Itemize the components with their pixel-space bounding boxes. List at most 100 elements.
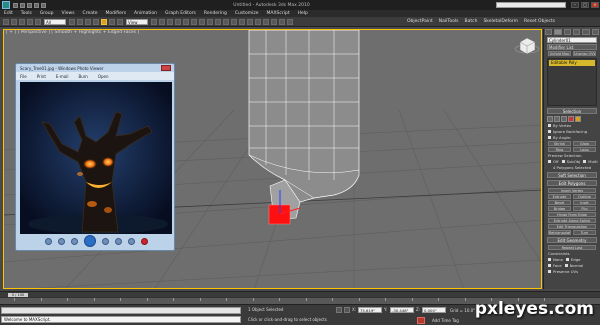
window-crossing-icon[interactable] [93,18,99,25]
radio-off[interactable] [548,160,551,163]
graphite-toggle-icon[interactable] [239,18,245,25]
z-coordinate-field[interactable]: 0.000" [422,307,446,313]
unlink-icon[interactable] [27,18,33,25]
retriangulate-button[interactable]: Retriangulate [548,230,571,235]
photo-viewer-file[interactable]: File [20,74,27,79]
menu-item-rendering[interactable]: Rendering [200,11,231,16]
add-time-tag[interactable]: Add Time Tag [432,318,459,323]
edit-polygons-rollout[interactable]: Edit Polygons [547,180,597,186]
curve-editor-icon[interactable] [247,18,253,25]
layer-manager-icon[interactable] [231,18,237,25]
maxscript-listener-top[interactable] [1,307,241,314]
next-icon[interactable] [101,237,109,245]
select-and-rotate-icon[interactable] [109,18,115,25]
tab-create[interactable] [545,29,553,35]
y-coordinate-field[interactable]: -30.448" [390,307,414,313]
pivot-center-icon[interactable] [151,18,157,25]
toolbar-label-batch[interactable]: Batch [465,19,478,24]
checkbox[interactable] [548,270,551,273]
object-name-field[interactable]: Cylinder01 [547,37,597,43]
maxscript-listener[interactable]: Welcome to MAXScript. [1,316,241,323]
tab-hierarchy[interactable] [563,29,571,35]
menu-item-group[interactable]: Group [36,11,58,16]
named-selection-icon[interactable] [207,18,213,25]
toolbar-label-nailtools[interactable]: NailTools [439,19,459,24]
radio-edge[interactable] [565,258,569,261]
checkbox[interactable] [548,130,551,133]
radio-multi[interactable] [583,160,587,163]
link-icon[interactable] [19,18,25,25]
slideshow-play-icon[interactable] [83,235,96,247]
lock-selection-icon[interactable] [336,307,342,313]
bridge-button[interactable]: Bridge [548,206,571,211]
insert-vertex-button[interactable]: Insert Vertex [548,188,596,193]
schematic-view-icon[interactable] [255,18,261,25]
photo-viewer-close-button[interactable] [161,65,171,71]
rotate-right-icon[interactable] [127,237,135,245]
toolbar-label-reset[interactable]: Reset Objects [524,19,555,24]
x-coordinate-field[interactable]: 75.619" [358,307,382,313]
toolbar-label-skeletal[interactable]: SkeletalDeform [483,19,518,24]
modifier-list-dropdown[interactable]: Modifier List [547,44,597,50]
select-object-icon[interactable] [69,18,75,25]
menu-item-customize[interactable]: Customize [231,11,263,16]
tab-motion[interactable] [572,29,581,35]
extrude-along-spline-button[interactable]: Extrude Along Spline [548,218,596,223]
unwrap-uvw-button[interactable]: Unwrap UVW [573,51,596,56]
loop-button[interactable]: Loop [573,147,596,152]
maximize-button[interactable]: □ [581,2,589,8]
render-production-icon[interactable] [287,18,293,25]
flip-button[interactable]: Flip [573,206,596,211]
new-file-icon[interactable] [13,2,18,8]
menu-item-edit[interactable]: Edit [0,11,17,16]
zoom-icon[interactable] [44,237,52,245]
photo-viewer-email[interactable]: E-mail [56,74,69,79]
bind-spacewarp-icon[interactable] [35,18,41,25]
menu-item-graph-editors[interactable]: Graph Editors [161,11,200,16]
angle-snap-icon[interactable] [183,18,189,25]
radio-subobj[interactable] [561,160,565,163]
extrude-button[interactable]: Extrude [548,194,571,199]
keyboard-shortcut-icon[interactable] [167,18,173,25]
delete-icon[interactable] [140,237,148,245]
mirror-icon[interactable] [215,18,221,25]
select-and-scale-icon[interactable] [117,18,123,25]
inset-button[interactable]: Inset [573,200,596,205]
align-icon[interactable] [223,18,229,25]
menu-item-create[interactable]: Create [79,11,102,16]
cylinder-mesh[interactable] [248,30,360,225]
radio-none[interactable] [548,258,551,261]
minimize-button[interactable]: – [571,2,579,8]
checkbox[interactable] [548,124,551,127]
search-input[interactable] [496,2,566,8]
turn-button[interactable]: Turn [573,230,596,235]
auto-key-button[interactable] [417,317,425,324]
preserve-uvs-option[interactable]: Preserve UVs [548,269,596,274]
grow-button[interactable]: Grow [573,141,596,146]
undo-icon[interactable] [34,2,39,8]
previous-icon[interactable] [70,237,78,245]
menu-item-maxscript[interactable]: MAXScript [263,11,294,16]
tab-display[interactable] [582,29,590,35]
polygon-mode-icon[interactable] [568,116,574,122]
rotate-left-icon[interactable] [114,237,122,245]
ring-button[interactable]: Ring [548,147,571,152]
material-editor-icon[interactable] [263,18,269,25]
edit-geometry-rollout[interactable]: Edit Geometry [547,237,597,243]
undo-button[interactable] [3,18,9,25]
by-angle-option[interactable]: By Angle: [548,135,596,140]
stack-item-editable-poly[interactable]: Editable Poly [549,60,595,66]
menu-item-views[interactable]: Views [58,11,79,16]
menu-item-animation[interactable]: Animation [130,11,161,16]
unfold-map-button[interactable]: Unfold Map [548,51,571,56]
photo-viewer-burn[interactable]: Burn [78,74,87,79]
render-setup-icon[interactable] [271,18,277,25]
photo-viewer-print[interactable]: Print [37,74,46,79]
toolbar-label-objectpaint[interactable]: ObjectPaint [407,19,433,24]
selection-filter-dropdown[interactable]: All [44,18,66,25]
tab-modify[interactable] [554,29,562,35]
actual-size-icon[interactable] [57,237,65,245]
redo-button[interactable] [11,18,17,25]
rendered-frame-icon[interactable] [279,18,285,25]
menu-item-tools[interactable]: Tools [17,11,36,16]
